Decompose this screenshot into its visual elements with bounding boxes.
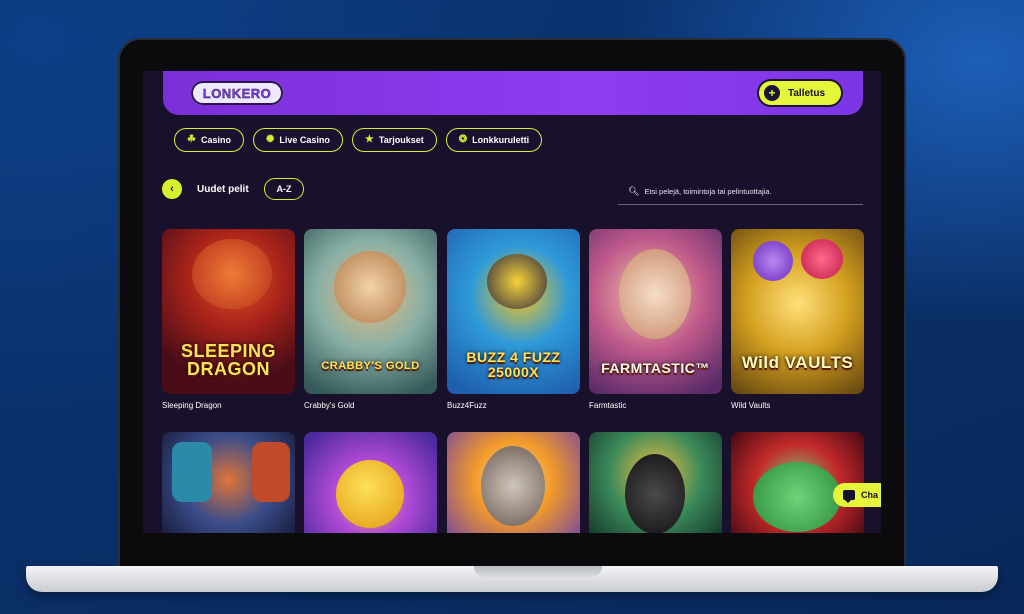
star-icon: ★ [364,134,374,145]
laptop-notch [474,566,602,577]
gorilla-art [625,454,685,533]
nav-tarjoukset[interactable]: ★ Tarjoukset [351,128,437,152]
game-tile[interactable] [589,432,722,533]
site-header: LONKERO + Talletus [163,71,863,115]
chevron-left-icon: ‹ [170,183,174,195]
deposit-label: Talletus [788,87,826,99]
monster-art [753,462,841,532]
casino-icon: ☘ [187,134,196,145]
section-title: Uudet pelit [197,184,249,195]
farmer-art [619,249,691,339]
game-tile[interactable] [447,432,580,533]
dragon-art [192,239,272,309]
nav-live-casino[interactable]: ✺ Live Casino [252,128,343,152]
browser-screen: LONKERO + Talletus ☘ Casino ✺ Live Casino … [143,71,881,533]
nav-casino[interactable]: ☘ Casino [174,128,244,152]
deposit-button[interactable]: + Talletus [757,79,843,107]
game-tile-crabbys-gold[interactable]: CRABBY'S GOLD [304,229,437,394]
club-symbol-art [753,241,793,281]
plus-icon: + [764,85,780,101]
game-art-title: SLEEPING DRAGON [180,341,277,379]
game-name[interactable]: Farmtastic [589,401,626,410]
smiley-art [336,460,404,528]
warrior-art [252,442,290,502]
game-tile[interactable] [304,432,437,533]
search-bar: 🔍︎ [618,179,863,205]
game-art-title: BUZZ 4 FUZZ 25000X [466,349,561,380]
sort-az-button[interactable]: A-Z [264,178,304,200]
game-tile-buzz4fuzz[interactable]: BUZZ 4 FUZZ 25000X [447,229,580,394]
site-logo[interactable]: LONKERO [191,81,283,105]
game-tile-sleeping-dragon[interactable]: SLEEPING DRAGON [162,229,295,394]
category-nav: ☘ Casino ✺ Live Casino ★ Tarjoukset ❂ Lonkku… [174,128,543,152]
back-button[interactable]: ‹ [162,179,182,199]
bee-art [487,254,547,309]
chat-label: Cha [861,490,879,500]
game-name[interactable]: Buzz4Fuzz [447,401,487,410]
search-input[interactable] [644,187,845,196]
nav-tarjoukset-label: Tarjoukset [378,135,424,145]
wolf-art [481,446,545,526]
live-casino-icon: ✺ [265,134,275,145]
laptop-base [26,566,998,592]
chat-icon [843,490,855,503]
heart-symbol-art [801,239,843,279]
game-art-title: CRABBY'S GOLD [321,360,420,372]
nav-casino-label: Casino [200,135,231,145]
game-tile-wild-vaults[interactable]: Wild VAULTS [731,229,864,394]
game-name[interactable]: Sleeping Dragon [162,401,222,410]
hero-art [172,442,212,502]
nav-lonkkuruletti[interactable]: ❂ Lonkkuruletti [445,128,543,152]
game-tile[interactable] [162,432,295,533]
chat-button[interactable]: Cha [833,483,881,507]
wheel-icon: ❂ [458,134,468,145]
search-icon: 🔍︎ [628,186,640,196]
logo-text: LONKERO [202,85,272,101]
pirate-art [334,251,406,323]
game-art-title: FARMTASTIC™ [601,360,710,376]
game-name[interactable]: Crabby's Gold [304,401,354,410]
game-art-title: Wild VAULTS [741,353,854,372]
nav-lonkkuruletti-label: Lonkkuruletti [472,135,530,145]
game-name[interactable]: Wild Vaults [731,401,770,410]
game-tile-farmtastic[interactable]: FARMTASTIC™ [589,229,722,394]
nav-live-casino-label: Live Casino [279,135,330,145]
